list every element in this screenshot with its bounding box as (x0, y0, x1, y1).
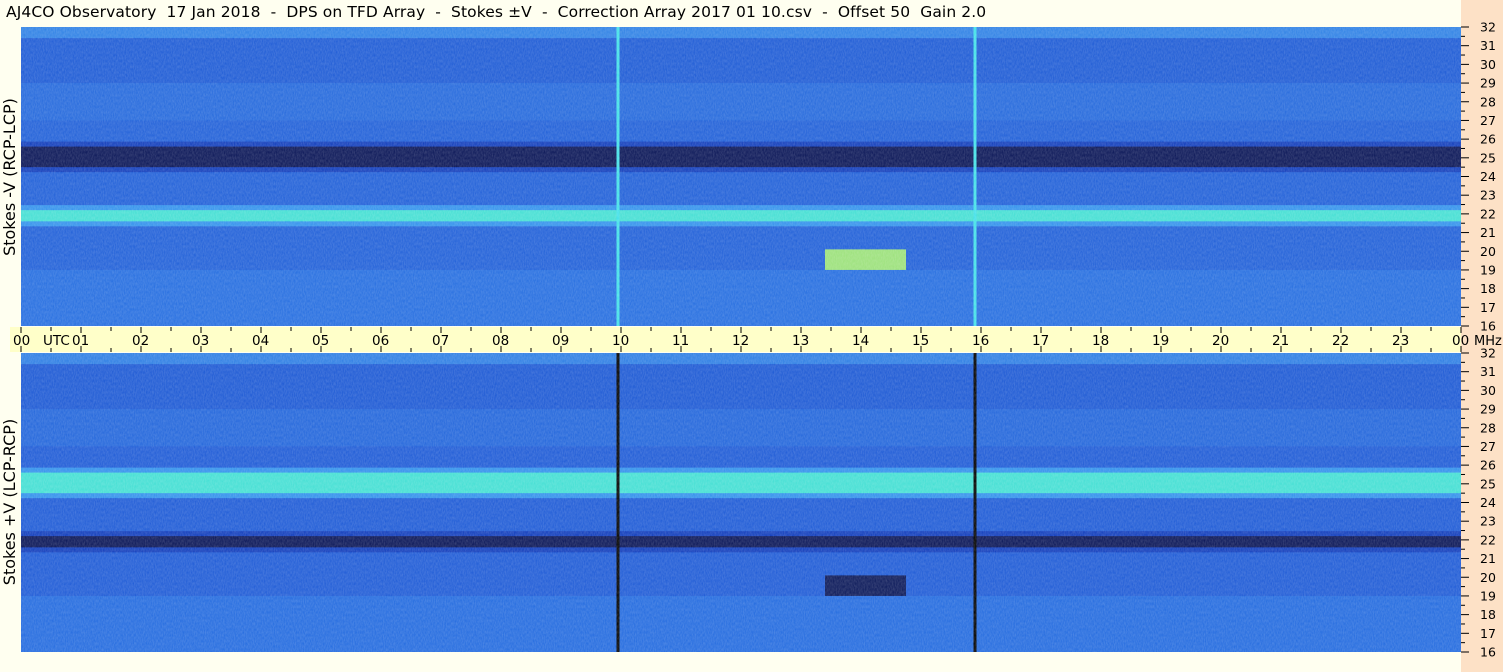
time-tick-label: 23 (1392, 333, 1409, 349)
frequency-tick-label: 27 (1480, 113, 1496, 128)
frequency-tick-label: 30 (1480, 383, 1496, 398)
time-tick-label: 06 (372, 333, 389, 349)
frequency-tick-label: 17 (1480, 300, 1496, 315)
time-tick-label: 17 (1032, 333, 1049, 349)
frequency-tick-label: 31 (1480, 38, 1496, 53)
time-tick-label: 13 (792, 333, 809, 349)
time-tick-label: 18 (1092, 333, 1109, 349)
frequency-tick-label: 24 (1480, 495, 1496, 510)
time-tick-label: 12 (732, 333, 749, 349)
frequency-tick-label: 21 (1480, 225, 1496, 240)
frequency-tick-label: 31 (1480, 364, 1496, 379)
frequency-tick-label: 16 (1480, 645, 1496, 660)
time-tick-label: 00 (1452, 333, 1469, 349)
frequency-tick-label: 26 (1480, 132, 1496, 147)
frequency-tick-label: 23 (1480, 514, 1496, 529)
frequency-tick-label: 29 (1480, 76, 1496, 91)
time-tick-label: 02 (132, 333, 149, 349)
time-tick-label: 20 (1212, 333, 1229, 349)
frequency-tick-label: 29 (1480, 402, 1496, 417)
frequency-tick-label: 18 (1480, 607, 1496, 622)
frequency-tick-label: 32 (1480, 20, 1496, 35)
frequency-tick-label: 19 (1480, 588, 1496, 603)
time-tick-label: 19 (1152, 333, 1169, 349)
frequency-tick-label: 16 (1480, 319, 1496, 334)
frequency-tick-label: 25 (1480, 150, 1496, 165)
frequency-tick-label: 23 (1480, 188, 1496, 203)
frequency-tick-label: 17 (1480, 626, 1496, 641)
spectrogram-svg: 3231302928272625242322212019181716323130… (13, 20, 1502, 660)
frequency-tick-label: 30 (1480, 57, 1496, 72)
time-tick-label: 15 (912, 333, 929, 349)
time-tick-label: 05 (312, 333, 329, 349)
unit-label: MHz (1474, 334, 1502, 349)
frequency-tick-label: 26 (1480, 458, 1496, 473)
frequency-tick-label: 25 (1480, 476, 1496, 491)
spectrogram-panel-2: 3231302928272625242322212019181716 (21, 346, 1496, 660)
frequency-tick-label: 20 (1480, 570, 1496, 585)
time-tick-label: 04 (252, 333, 269, 349)
time-tick-label: 01 (72, 333, 89, 349)
time-tick-label: 03 (192, 333, 209, 349)
frequency-tick-label: 19 (1480, 262, 1496, 277)
utc-label: UTC (43, 333, 70, 349)
time-tick-label: 14 (852, 333, 869, 349)
spectrogram-panel-1: 32 31 30 29 28 27 26 25 24 23 22 21 20 19 18 17 16 (21, 20, 1496, 334)
frequency-tick-label: 27 (1480, 439, 1496, 454)
time-tick-label: 07 (432, 333, 449, 349)
frequency-tick-label: 22 (1480, 206, 1496, 221)
time-tick-label: 22 (1332, 333, 1349, 349)
time-tick-label: 08 (492, 333, 509, 349)
frequency-tick-label: 21 (1480, 551, 1496, 566)
spectrogram-noise (21, 27, 1461, 326)
frequency-tick-label: 18 (1480, 281, 1496, 296)
frequency-tick-label: 28 (1480, 420, 1496, 435)
time-tick-label: 21 (1272, 333, 1289, 349)
time-tick-label: 10 (612, 333, 629, 349)
frequency-tick-label: 20 (1480, 244, 1496, 259)
time-tick-label: 09 (552, 333, 569, 349)
frequency-tick-label: 24 (1480, 169, 1496, 184)
frequency-tick-label: 28 (1480, 94, 1496, 109)
time-tick-label: 11 (672, 333, 689, 349)
frequency-tick-label: 22 (1480, 532, 1496, 547)
spectrogram-noise (21, 353, 1461, 652)
time-tick-label: 16 (972, 333, 989, 349)
time-tick-label: 00 (13, 333, 30, 349)
